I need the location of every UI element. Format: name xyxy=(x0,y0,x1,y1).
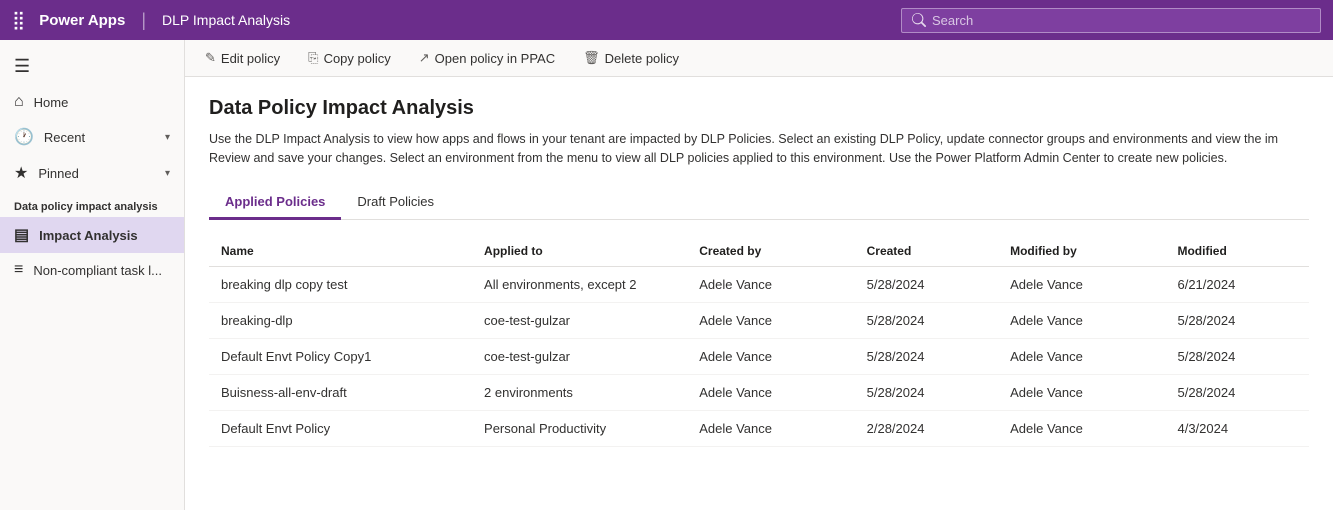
cell-modified: 4/3/2024 xyxy=(1165,410,1309,446)
sidebar-pinned-label: Pinned xyxy=(38,166,155,181)
tabs-bar: Applied Policies Draft Policies xyxy=(209,186,1309,220)
sidebar: ☰ ⌂ Home 🕐 Recent ▾ ★ Pinned ▾ Data poli… xyxy=(0,40,185,510)
cell-modified: 6/21/2024 xyxy=(1165,266,1309,302)
open-ppac-label: Open policy in PPAC xyxy=(435,51,555,66)
cell-created: 5/28/2024 xyxy=(855,374,998,410)
sidebar-item-pinned[interactable]: ★ Pinned ▾ xyxy=(0,155,184,191)
delete-policy-label: Delete policy xyxy=(605,51,679,66)
cell-applied-to: 2 environments xyxy=(472,374,687,410)
cell-name[interactable]: breaking-dlp xyxy=(209,302,472,338)
main-layout: ☰ ⌂ Home 🕐 Recent ▾ ★ Pinned ▾ Data poli… xyxy=(0,40,1333,510)
cell-created: 2/28/2024 xyxy=(855,410,998,446)
cell-created-by: Adele Vance xyxy=(687,410,854,446)
cell-modified-by: Adele Vance xyxy=(998,266,1165,302)
delete-policy-button[interactable]: 🗑 Delete policy xyxy=(579,48,683,68)
cell-modified: 5/28/2024 xyxy=(1165,374,1309,410)
col-header-modifiedby: Modified by xyxy=(998,236,1165,267)
cell-created: 5/28/2024 xyxy=(855,266,998,302)
sidebar-item-recent[interactable]: 🕐 Recent ▾ xyxy=(0,119,184,155)
sidebar-item-non-compliant[interactable]: ≡ Non-compliant task l... xyxy=(0,253,184,287)
table-row: Buisness-all-env-draft2 environmentsAdel… xyxy=(209,374,1309,410)
app-name: Power Apps xyxy=(39,12,125,29)
page-description: Use the DLP Impact Analysis to view how … xyxy=(209,130,1309,168)
cell-applied-to[interactable]: All environments, except 2 xyxy=(472,266,687,302)
col-header-applied: Applied to xyxy=(472,236,687,267)
search-icon xyxy=(912,13,926,27)
delete-icon: 🗑 xyxy=(583,50,600,66)
home-icon: ⌂ xyxy=(14,93,24,111)
impact-analysis-icon: ▤ xyxy=(14,225,29,245)
col-header-name: Name xyxy=(209,236,472,267)
toolbar: ✎ Edit policy ⎘ Copy policy ↗ Open polic… xyxy=(185,40,1333,77)
cell-applied-to: coe-test-gulzar xyxy=(472,338,687,374)
cell-applied-to: coe-test-gulzar xyxy=(472,302,687,338)
col-header-createdby: Created by xyxy=(687,236,854,267)
hamburger-button[interactable]: ☰ xyxy=(0,48,184,85)
main-content: ✎ Edit policy ⎘ Copy policy ↗ Open polic… xyxy=(185,40,1333,510)
cell-name[interactable]: breaking dlp copy test xyxy=(209,266,472,302)
col-header-created: Created xyxy=(855,236,998,267)
page-title-nav: DLP Impact Analysis xyxy=(162,12,290,28)
tab-draft-policies[interactable]: Draft Policies xyxy=(341,186,450,220)
policies-table: Name Applied to Created by Created Modif… xyxy=(209,236,1309,447)
sidebar-section-label: Data policy impact analysis xyxy=(0,191,184,217)
cell-created-by: Adele Vance xyxy=(687,338,854,374)
sidebar-item-home[interactable]: ⌂ Home xyxy=(0,85,184,119)
edit-icon: ✎ xyxy=(205,50,216,66)
table-row: Default Envt Policy Copy1coe-test-gulzar… xyxy=(209,338,1309,374)
pinned-icon: ★ xyxy=(14,163,28,183)
cell-modified: 5/28/2024 xyxy=(1165,338,1309,374)
chevron-down-icon: ▾ xyxy=(165,132,170,143)
cell-created-by: Adele Vance xyxy=(687,374,854,410)
page-title: Data Policy Impact Analysis xyxy=(209,97,1309,120)
cell-modified-by: Adele Vance xyxy=(998,374,1165,410)
waffle-icon[interactable]: ⣿ xyxy=(12,10,25,31)
cell-name: Default Envt Policy Copy1 xyxy=(209,338,472,374)
non-compliant-icon: ≡ xyxy=(14,261,23,279)
sidebar-item-impact-analysis[interactable]: ▤ Impact Analysis xyxy=(0,217,184,253)
copy-policy-label: Copy policy xyxy=(324,51,391,66)
sidebar-recent-label: Recent xyxy=(44,130,155,145)
sidebar-non-compliant-label: Non-compliant task l... xyxy=(33,263,170,278)
open-policy-ppac-button[interactable]: ↗ Open policy in PPAC xyxy=(415,48,559,68)
cell-name: Default Envt Policy xyxy=(209,410,472,446)
chevron-down-icon-pinned: ▾ xyxy=(165,168,170,179)
recent-icon: 🕐 xyxy=(14,127,34,147)
top-nav: ⣿ Power Apps | DLP Impact Analysis xyxy=(0,0,1333,40)
cell-name: Buisness-all-env-draft xyxy=(209,374,472,410)
col-header-modified: Modified xyxy=(1165,236,1309,267)
cell-modified-by: Adele Vance xyxy=(998,410,1165,446)
copy-policy-button[interactable]: ⎘ Copy policy xyxy=(304,48,395,68)
table-row: breaking dlp copy testAll environments, … xyxy=(209,266,1309,302)
cell-created: 5/28/2024 xyxy=(855,302,998,338)
cell-modified-by: Adele Vance xyxy=(998,302,1165,338)
cell-modified: 5/28/2024 xyxy=(1165,302,1309,338)
sidebar-home-label: Home xyxy=(34,95,170,110)
copy-icon: ⎘ xyxy=(308,50,318,66)
tab-applied-policies[interactable]: Applied Policies xyxy=(209,186,341,220)
cell-applied-to[interactable]: Personal Productivity xyxy=(472,410,687,446)
edit-policy-button[interactable]: ✎ Edit policy xyxy=(201,48,284,68)
search-input[interactable] xyxy=(932,13,1310,28)
table-row: breaking-dlpcoe-test-gulzarAdele Vance5/… xyxy=(209,302,1309,338)
cell-created-by: Adele Vance xyxy=(687,266,854,302)
edit-policy-label: Edit policy xyxy=(221,51,280,66)
nav-separator: | xyxy=(141,10,146,31)
page-body: Data Policy Impact Analysis Use the DLP … xyxy=(185,77,1333,510)
cell-modified-by: Adele Vance xyxy=(998,338,1165,374)
open-ppac-icon: ↗ xyxy=(419,50,430,66)
cell-created: 5/28/2024 xyxy=(855,338,998,374)
sidebar-impact-label: Impact Analysis xyxy=(39,228,170,243)
cell-created-by: Adele Vance xyxy=(687,302,854,338)
table-row: Default Envt PolicyPersonal Productivity… xyxy=(209,410,1309,446)
search-bar[interactable] xyxy=(901,8,1321,33)
